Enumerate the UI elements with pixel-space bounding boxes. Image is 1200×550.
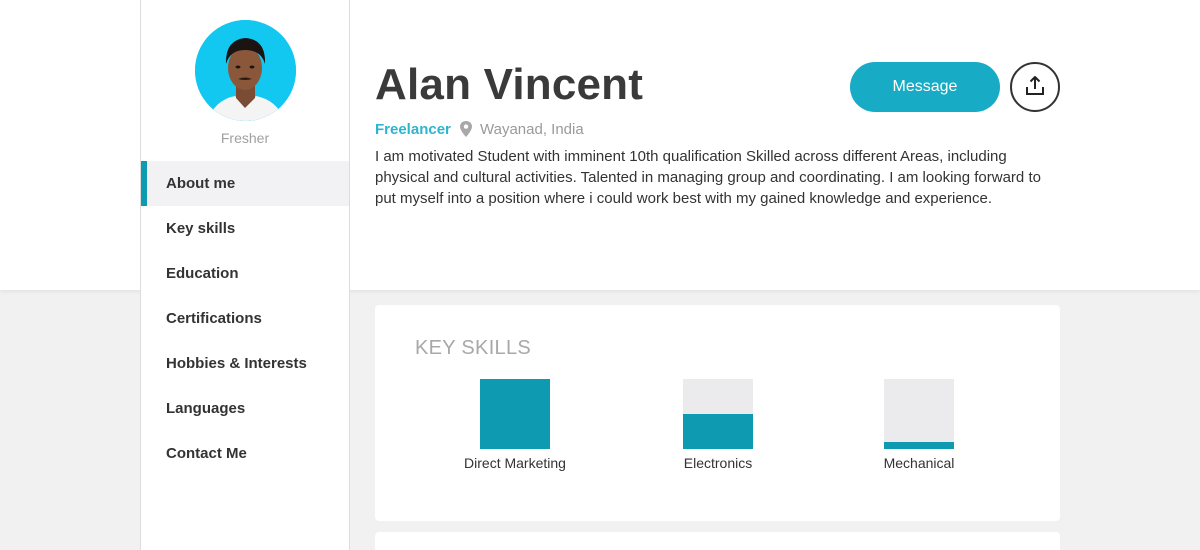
skill-level-fill bbox=[884, 442, 954, 449]
profile-status: Fresher bbox=[220, 130, 270, 146]
nav-item-contact-me[interactable]: Contact Me bbox=[141, 431, 349, 476]
message-button[interactable]: Message bbox=[850, 62, 1000, 112]
nav-item-about-me[interactable]: About me bbox=[141, 161, 349, 206]
skill-label: Electronics bbox=[683, 455, 753, 471]
nav-item-key-skills[interactable]: Key skills bbox=[141, 206, 349, 251]
share-upload-icon bbox=[1024, 75, 1046, 100]
skill-electronics: Electronics bbox=[648, 379, 788, 471]
next-section-card bbox=[375, 532, 1060, 550]
nav-item-languages[interactable]: Languages bbox=[141, 386, 349, 431]
location-pin-icon bbox=[459, 121, 473, 137]
profile-nav: About me Key skills Education Certificat… bbox=[141, 161, 349, 476]
skill-direct-marketing: Direct Marketing bbox=[445, 379, 585, 471]
skill-level-fill bbox=[480, 379, 550, 449]
profile-role-link[interactable]: Freelancer bbox=[375, 121, 451, 138]
skill-level-box bbox=[884, 379, 954, 449]
skill-level-box bbox=[480, 379, 550, 449]
sidebar: Fresher About me Key skills Education Ce… bbox=[140, 0, 350, 550]
share-button[interactable] bbox=[1010, 62, 1060, 112]
skill-label: Mechanical bbox=[883, 455, 955, 471]
skill-level-box bbox=[683, 379, 753, 449]
about-text: I am motivated Student with imminent 10t… bbox=[375, 148, 1041, 207]
nav-item-education[interactable]: Education bbox=[141, 251, 349, 296]
key-skills-card: KEY SKILLS Direct Marketing Electronics … bbox=[375, 305, 1060, 521]
nav-item-certifications[interactable]: Certifications bbox=[141, 296, 349, 341]
skill-label: Direct Marketing bbox=[464, 455, 566, 471]
profile-name: Alan Vincent bbox=[375, 60, 644, 109]
profile-location: Wayanad, India bbox=[480, 121, 584, 138]
avatar bbox=[195, 20, 296, 121]
skill-level-fill bbox=[683, 414, 753, 449]
skill-mechanical: Mechanical bbox=[849, 379, 989, 471]
key-skills-title: KEY SKILLS bbox=[415, 337, 532, 359]
nav-item-hobbies-interests[interactable]: Hobbies & Interests bbox=[141, 341, 349, 386]
